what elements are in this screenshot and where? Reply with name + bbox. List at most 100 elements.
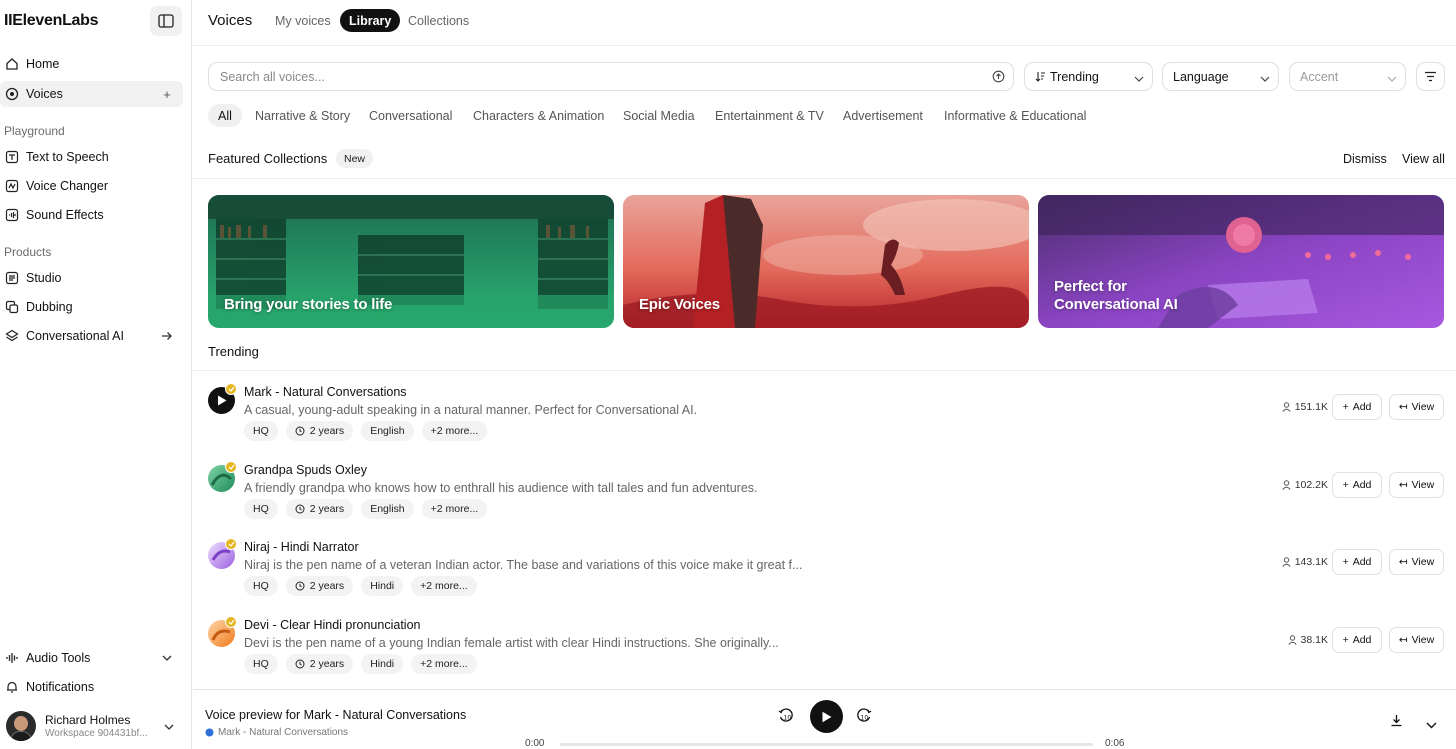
- category-narrative-story[interactable]: Narrative & Story: [245, 104, 360, 127]
- clock-icon: [295, 504, 305, 514]
- category-all[interactable]: All: [208, 104, 242, 127]
- sidebar-item-studio[interactable]: Studio: [0, 265, 183, 291]
- app-logo[interactable]: IIElevenLabs: [4, 12, 99, 30]
- voice-search-icon[interactable]: [992, 70, 1005, 86]
- download-icon: [1391, 715, 1402, 727]
- collection-card-conversational-ai[interactable]: Perfect for Conversational AI: [1038, 195, 1444, 328]
- card-label: Epic Voices: [639, 296, 720, 313]
- sidebar-toggle-button[interactable]: [150, 6, 182, 36]
- new-badge: New: [336, 149, 374, 168]
- rewind-10-icon: 10: [778, 708, 793, 722]
- add-button[interactable]: + Add: [1332, 394, 1382, 420]
- voice-row[interactable]: Mark - Natural Conversations A casual, y…: [193, 382, 1456, 456]
- sort-dropdown[interactable]: Trending: [1024, 62, 1153, 91]
- arrow-right-icon: [159, 328, 175, 344]
- tag-quality: HQ: [244, 576, 278, 596]
- rewind-10-button[interactable]: 10: [778, 708, 794, 724]
- filter-button[interactable]: [1416, 62, 1445, 91]
- tag-quality: HQ: [244, 499, 278, 519]
- sidebar-item-label: Voices: [26, 87, 63, 101]
- accent-value: Accent: [1300, 69, 1339, 84]
- language-value: Language: [1173, 69, 1229, 84]
- voices-icon: [4, 87, 19, 102]
- voice-name[interactable]: Devi - Clear Hindi pronunciation: [244, 618, 420, 632]
- tag-more[interactable]: +2 more...: [411, 654, 477, 674]
- sidebar-item-notifications[interactable]: Notifications: [0, 674, 183, 700]
- category-informative-educational[interactable]: Informative & Educational: [934, 104, 1096, 127]
- voice-name[interactable]: Mark - Natural Conversations: [244, 385, 407, 399]
- add-button[interactable]: + Add: [1332, 472, 1382, 498]
- voice-row[interactable]: Niraj - Hindi Narrator Niraj is the pen …: [193, 537, 1456, 611]
- collapse-player-button[interactable]: [1426, 717, 1437, 732]
- add-voice-icon[interactable]: +: [159, 86, 175, 102]
- tag-quality: HQ: [244, 421, 278, 441]
- view-button[interactable]: ↤ View: [1389, 472, 1444, 498]
- tag-language: English: [361, 421, 414, 441]
- sidebar-toggle-icon: [158, 14, 174, 28]
- user-menu[interactable]: Richard Holmes Workspace 904431bf...: [4, 708, 184, 744]
- verified-icon: [225, 383, 237, 395]
- sidebar-item-label: Sound Effects: [26, 208, 104, 222]
- view-icon: ↤: [1398, 401, 1408, 413]
- tab-collections[interactable]: Collections: [399, 9, 478, 32]
- voice-name[interactable]: Grandpa Spuds Oxley: [244, 463, 367, 477]
- category-advertisement[interactable]: Advertisement: [833, 104, 933, 127]
- sidebar-item-text-to-speech[interactable]: Text to Speech: [0, 144, 183, 170]
- view-all-link[interactable]: View all: [1402, 152, 1445, 166]
- sidebar-item-home[interactable]: Home: [0, 51, 183, 77]
- tab-library[interactable]: Library: [340, 9, 401, 32]
- category-entertainment-tv[interactable]: Entertainment & TV: [705, 104, 834, 127]
- page-title: Voices: [208, 12, 253, 29]
- accent-dropdown[interactable]: Accent: [1289, 62, 1406, 91]
- voice-name[interactable]: Niraj - Hindi Narrator: [244, 540, 359, 554]
- time-current: 0:00: [525, 738, 545, 749]
- player-title: Voice preview for Mark - Natural Convers…: [205, 708, 467, 722]
- tab-my-voices[interactable]: My voices: [266, 9, 340, 32]
- play-button[interactable]: [810, 700, 843, 733]
- sidebar-item-voice-changer[interactable]: Voice Changer: [0, 173, 183, 199]
- view-icon: ↤: [1398, 634, 1408, 646]
- forward-10-icon: 10: [857, 708, 872, 722]
- download-button[interactable]: [1390, 714, 1403, 730]
- plus-icon: +: [1342, 634, 1349, 646]
- tag-more[interactable]: +2 more...: [411, 576, 477, 596]
- filter-icon: [1425, 71, 1436, 82]
- verified-icon: [225, 538, 237, 550]
- search-box: [208, 62, 1014, 91]
- sidebar-item-label: Audio Tools: [26, 651, 91, 665]
- view-button[interactable]: ↤ View: [1389, 627, 1444, 653]
- sidebar-item-sound-effects[interactable]: Sound Effects: [0, 202, 183, 228]
- collection-card-epic[interactable]: Epic Voices: [623, 195, 1029, 328]
- sidebar-item-label: Home: [26, 57, 60, 71]
- forward-10-button[interactable]: 10: [856, 708, 872, 724]
- voice-row[interactable]: Devi - Clear Hindi pronunciation Devi is…: [193, 615, 1456, 689]
- sidebar-item-voices[interactable]: Voices +: [0, 81, 183, 107]
- view-button[interactable]: ↤ View: [1389, 394, 1444, 420]
- sidebar-item-dubbing[interactable]: Dubbing: [0, 294, 183, 320]
- svg-text:10: 10: [861, 715, 869, 722]
- divider: [193, 178, 1456, 179]
- sidebar-item-conversational-ai[interactable]: Conversational AI: [0, 323, 183, 349]
- chevron-down-icon: [164, 718, 174, 733]
- view-button[interactable]: ↤ View: [1389, 549, 1444, 575]
- collection-card-stories[interactable]: Bring your stories to life: [208, 195, 614, 328]
- voice-description: Niraj is the pen name of a veteran India…: [244, 558, 803, 572]
- tag-more[interactable]: +2 more...: [421, 421, 488, 441]
- search-input[interactable]: [220, 69, 980, 84]
- sidebar-item-label: Conversational AI: [26, 329, 124, 343]
- language-dropdown[interactable]: Language: [1162, 62, 1279, 91]
- category-characters-animation[interactable]: Characters & Animation: [463, 104, 614, 127]
- view-icon: ↤: [1398, 479, 1408, 491]
- voice-row[interactable]: Grandpa Spuds Oxley A friendly grandpa w…: [193, 460, 1456, 534]
- text-to-speech-icon: [4, 150, 19, 165]
- sidebar-item-audio-tools[interactable]: Audio Tools: [0, 645, 183, 671]
- progress-bar[interactable]: [560, 743, 1093, 746]
- add-button[interactable]: + Add: [1332, 627, 1382, 653]
- tag-more[interactable]: +2 more...: [421, 499, 488, 519]
- category-social-media[interactable]: Social Media: [613, 104, 705, 127]
- dismiss-link[interactable]: Dismiss: [1343, 152, 1387, 166]
- add-button[interactable]: + Add: [1332, 549, 1382, 575]
- voice-description: A casual, young-adult speaking in a natu…: [244, 403, 698, 417]
- chevron-down-icon: [1426, 722, 1437, 729]
- category-conversational[interactable]: Conversational: [359, 104, 462, 127]
